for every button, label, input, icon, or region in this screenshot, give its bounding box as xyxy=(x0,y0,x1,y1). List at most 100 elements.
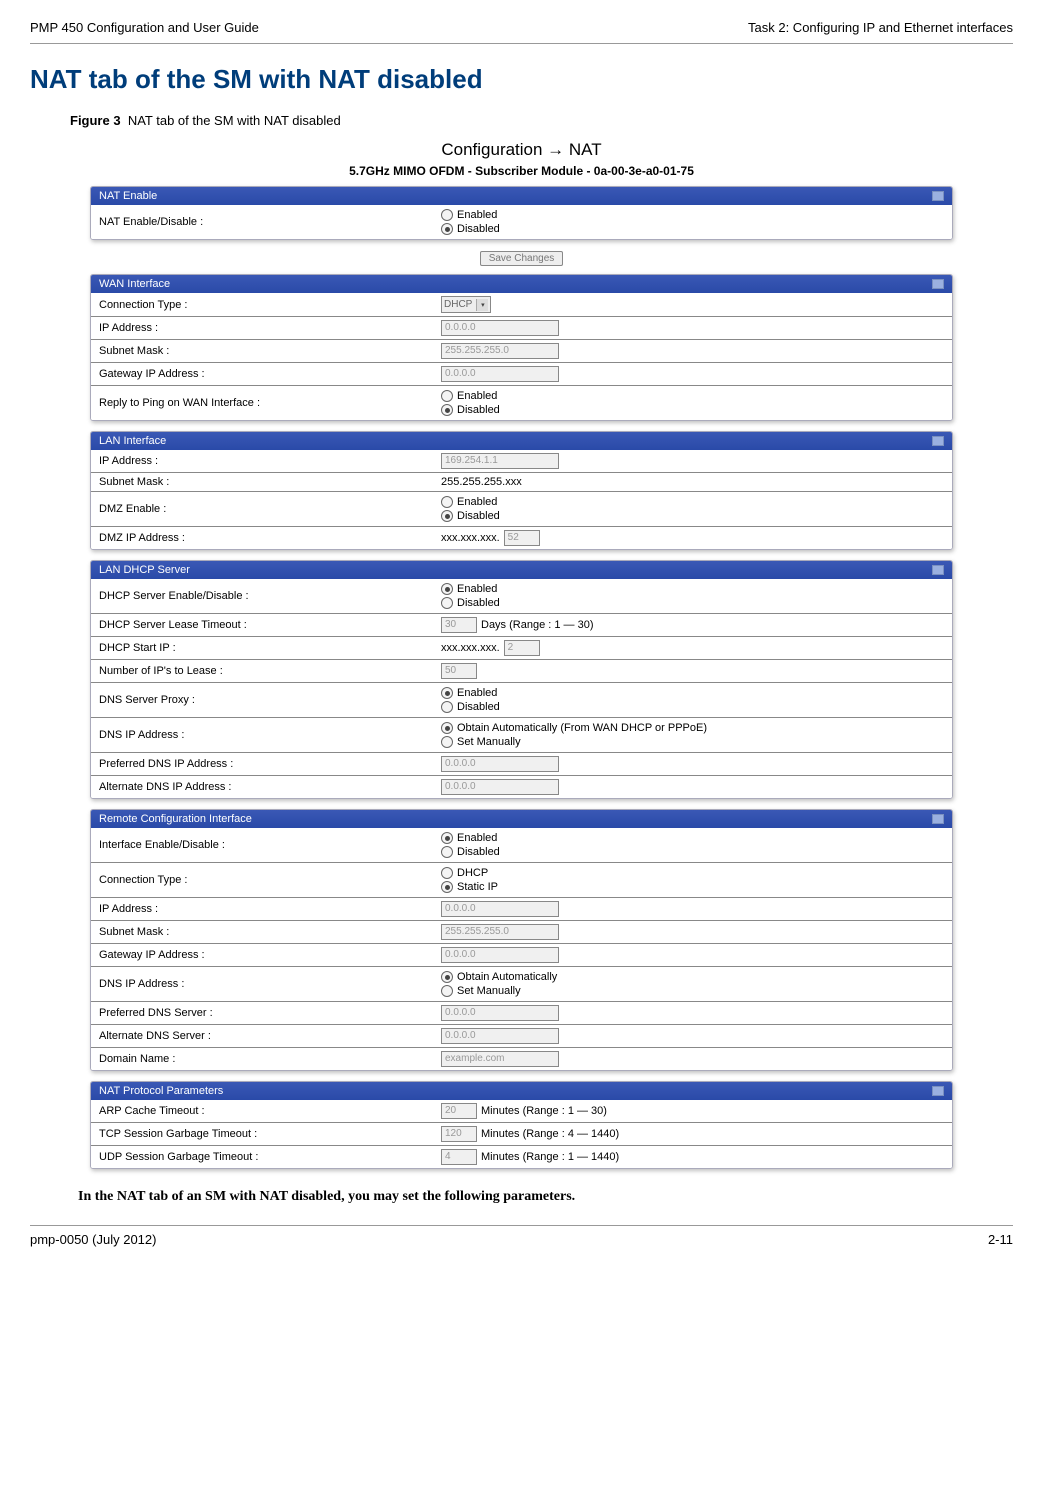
dhcp-lease-label: DHCP Server Lease Timeout : xyxy=(91,617,437,633)
panel-remote: Remote Configuration Interface Interface… xyxy=(90,809,953,1071)
minimize-icon[interactable] xyxy=(932,814,944,824)
rem-conn-label: Connection Type : xyxy=(91,872,437,888)
figure-label: Figure 3 xyxy=(70,113,121,128)
footer-right: 2-11 xyxy=(988,1232,1013,1247)
figure-caption: Figure 3 NAT tab of the SM with NAT disa… xyxy=(70,113,1013,128)
minimize-icon[interactable] xyxy=(932,565,944,575)
radio-icon xyxy=(441,404,453,416)
dhcp-pdns-input[interactable]: 0.0.0.0 xyxy=(441,756,559,772)
wan-gw-input[interactable]: 0.0.0.0 xyxy=(441,366,559,382)
save-row: Save Changes xyxy=(90,250,953,264)
panel-header-lan: LAN Interface xyxy=(91,432,952,450)
dhcp-start-label: DHCP Start IP : xyxy=(91,640,437,656)
page-footer: pmp-0050 (July 2012) 2-11 xyxy=(30,1225,1013,1247)
header-left: PMP 450 Configuration and User Guide xyxy=(30,20,259,35)
rem-en-label: Interface Enable/Disable : xyxy=(91,837,437,853)
chevron-down-icon: ▾ xyxy=(476,299,488,311)
radio-icon xyxy=(441,510,453,522)
rem-ip-input[interactable]: 0.0.0.0 xyxy=(441,901,559,917)
dhcp-adns-input[interactable]: 0.0.0.0 xyxy=(441,779,559,795)
rem-en-radio[interactable]: Enabled Disabled xyxy=(441,831,500,859)
section-title: NAT tab of the SM with NAT disabled xyxy=(30,64,1013,95)
dhcp-num-label: Number of IP's to Lease : xyxy=(91,663,437,679)
wan-conn-select[interactable]: DHCP▾ xyxy=(441,296,491,313)
wan-mask-label: Subnet Mask : xyxy=(91,343,437,359)
radio-icon xyxy=(441,846,453,858)
header-right: Task 2: Configuring IP and Ethernet inte… xyxy=(748,20,1013,35)
np-arp-label: ARP Cache Timeout : xyxy=(91,1103,437,1119)
page-header: PMP 450 Configuration and User Guide Tas… xyxy=(30,20,1013,44)
dhcp-lease-suffix: Days (Range : 1 — 30) xyxy=(481,619,594,631)
dhcp-dnsip-radio[interactable]: Obtain Automatically (From WAN DHCP or P… xyxy=(441,721,707,749)
panel-header-dhcp: LAN DHCP Server xyxy=(91,561,952,579)
lan-dmz-radio[interactable]: Enabled Disabled xyxy=(441,495,500,523)
minimize-icon[interactable] xyxy=(932,191,944,201)
radio-icon xyxy=(441,583,453,595)
rem-dns-radio[interactable]: Obtain Automatically Set Manually xyxy=(441,970,557,998)
rem-dns-label: DNS IP Address : xyxy=(91,976,437,992)
rem-mask-input[interactable]: 255.255.255.0 xyxy=(441,924,559,940)
wan-mask-input[interactable]: 255.255.255.0 xyxy=(441,343,559,359)
lan-dmz-label: DMZ Enable : xyxy=(91,501,437,517)
panel-dhcp: LAN DHCP Server DHCP Server Enable/Disab… xyxy=(90,560,953,799)
panel-header-nat-enable: NAT Enable xyxy=(91,187,952,205)
radio-icon xyxy=(441,597,453,609)
np-udp-suffix: Minutes (Range : 1 — 1440) xyxy=(481,1151,619,1163)
rem-pdns-input[interactable]: 0.0.0.0 xyxy=(441,1005,559,1021)
radio-icon xyxy=(441,971,453,983)
np-udp-label: UDP Session Garbage Timeout : xyxy=(91,1149,437,1165)
wan-ping-radio[interactable]: Enabled Disabled xyxy=(441,389,500,417)
np-tcp-suffix: Minutes (Range : 4 — 1440) xyxy=(481,1128,619,1140)
minimize-icon[interactable] xyxy=(932,279,944,289)
np-tcp-input[interactable]: 120 xyxy=(441,1126,477,1142)
dhcp-lease-input[interactable]: 30 xyxy=(441,617,477,633)
dhcp-proxy-label: DNS Server Proxy : xyxy=(91,692,437,708)
save-button[interactable]: Save Changes xyxy=(480,251,564,266)
dhcp-num-input[interactable]: 50 xyxy=(441,663,477,679)
nat-enable-label: NAT Enable/Disable : xyxy=(91,214,437,230)
rem-gw-label: Gateway IP Address : xyxy=(91,947,437,963)
panel-lan: LAN Interface IP Address : 169.254.1.1 S… xyxy=(90,431,953,550)
panel-wan: WAN Interface Connection Type : DHCP▾ IP… xyxy=(90,274,953,421)
lan-ip-input[interactable]: 169.254.1.1 xyxy=(441,453,559,469)
dhcp-proxy-radio[interactable]: Enabled Disabled xyxy=(441,686,500,714)
minimize-icon[interactable] xyxy=(932,436,944,446)
np-arp-input[interactable]: 20 xyxy=(441,1103,477,1119)
rem-mask-label: Subnet Mask : xyxy=(91,924,437,940)
wan-ping-label: Reply to Ping on WAN Interface : xyxy=(91,395,437,411)
wan-ip-input[interactable]: 0.0.0.0 xyxy=(441,320,559,336)
radio-icon xyxy=(441,881,453,893)
rem-gw-input[interactable]: 0.0.0.0 xyxy=(441,947,559,963)
minimize-icon[interactable] xyxy=(932,1086,944,1096)
device-title: 5.7GHz MIMO OFDM - Subscriber Module - 0… xyxy=(30,164,1013,178)
dhcp-en-radio[interactable]: Enabled Disabled xyxy=(441,582,500,610)
rem-dom-input[interactable]: example.com xyxy=(441,1051,559,1067)
panel-nat-enable: NAT Enable NAT Enable/Disable : Enabled … xyxy=(90,186,953,240)
np-udp-input[interactable]: 4 xyxy=(441,1149,477,1165)
breadcrumb: Configuration → NAT xyxy=(30,140,1013,160)
lan-dmzip-label: DMZ IP Address : xyxy=(91,530,437,546)
panel-header-remote: Remote Configuration Interface xyxy=(91,810,952,828)
wan-conn-label: Connection Type : xyxy=(91,297,437,313)
radio-icon xyxy=(441,722,453,734)
panel-header-wan: WAN Interface xyxy=(91,275,952,293)
lan-ip-label: IP Address : xyxy=(91,453,437,469)
rem-adns-input[interactable]: 0.0.0.0 xyxy=(441,1028,559,1044)
dhcp-adns-label: Alternate DNS IP Address : xyxy=(91,779,437,795)
nat-enable-radio[interactable]: Enabled Disabled xyxy=(441,208,500,236)
radio-icon xyxy=(441,496,453,508)
rem-dom-label: Domain Name : xyxy=(91,1051,437,1067)
dhcp-start-input[interactable]: 2 xyxy=(504,640,540,656)
rem-conn-radio[interactable]: DHCP Static IP xyxy=(441,866,498,894)
footer-left: pmp-0050 (July 2012) xyxy=(30,1232,156,1247)
lan-dmzip-input[interactable]: 52 xyxy=(504,530,540,546)
dhcp-start-prefix: xxx.xxx.xxx. xyxy=(441,642,500,654)
body-note: In the NAT tab of an SM with NAT disable… xyxy=(78,1189,1013,1205)
rem-adns-label: Alternate DNS Server : xyxy=(91,1028,437,1044)
dhcp-en-label: DHCP Server Enable/Disable : xyxy=(91,588,437,604)
dhcp-pdns-label: Preferred DNS IP Address : xyxy=(91,756,437,772)
rem-ip-label: IP Address : xyxy=(91,901,437,917)
panel-header-natproto: NAT Protocol Parameters xyxy=(91,1082,952,1100)
radio-icon xyxy=(441,209,453,221)
panel-title: LAN DHCP Server xyxy=(99,564,190,576)
